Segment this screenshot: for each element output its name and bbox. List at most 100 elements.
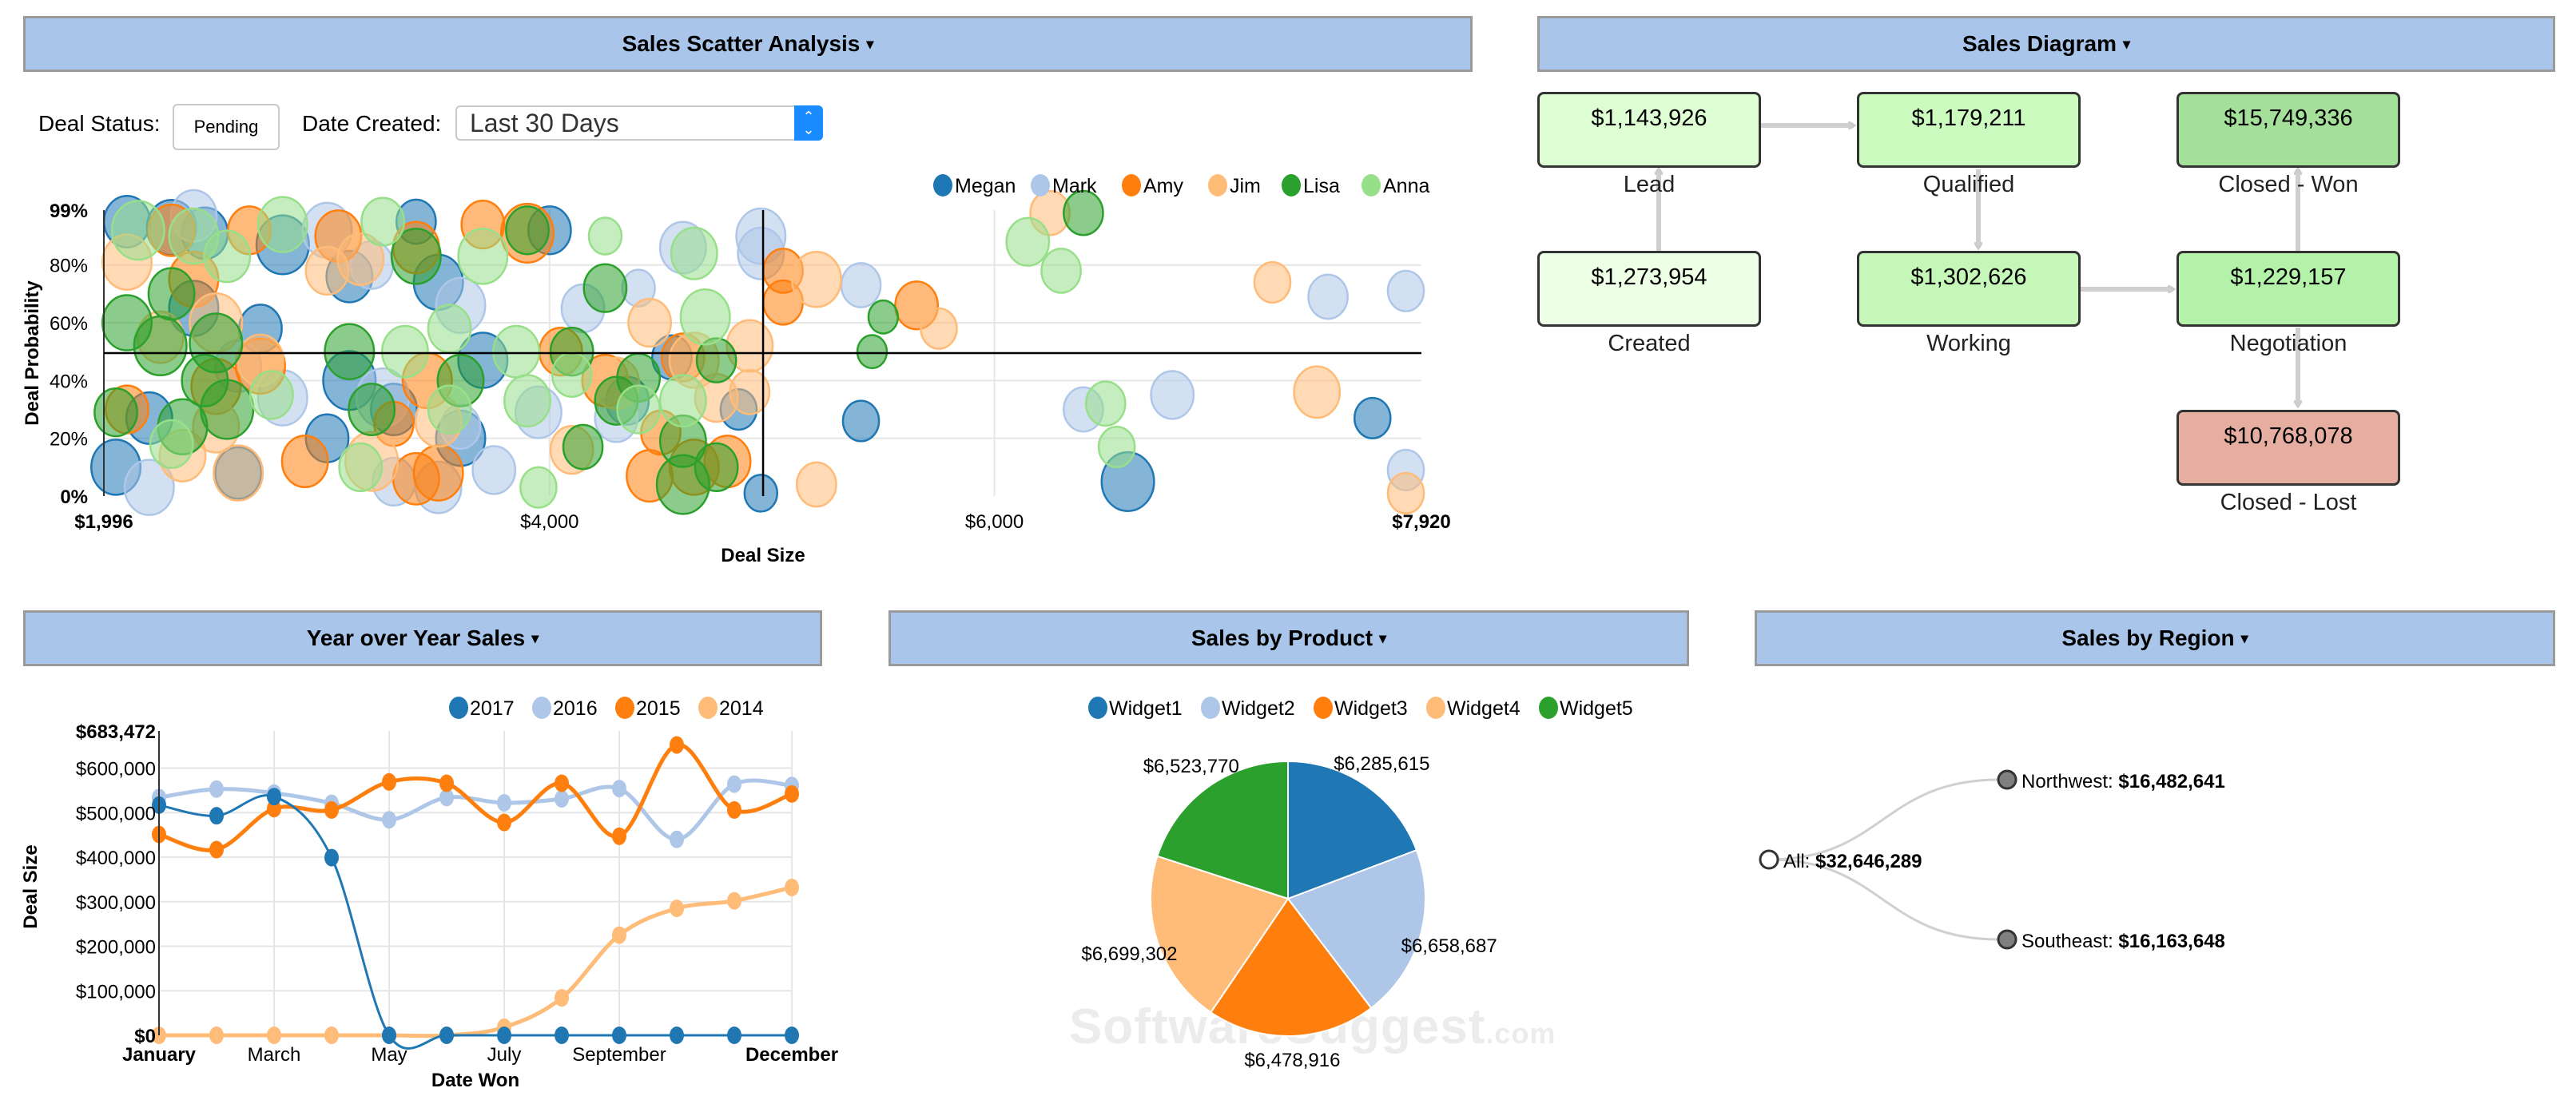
yoy-point-2015[interactable] bbox=[439, 774, 454, 792]
stage-value: $1,229,157 bbox=[2230, 264, 2347, 290]
yoy-point-2016[interactable] bbox=[612, 780, 626, 798]
legend-label: 2014 bbox=[719, 697, 764, 720]
yoy-x-tick-label: September bbox=[572, 1044, 666, 1066]
stage-label-created: Created bbox=[1608, 331, 1691, 356]
yoy-point-2017[interactable] bbox=[209, 807, 224, 825]
legend-label: Widget3 bbox=[1334, 697, 1408, 720]
yoy-point-2015[interactable] bbox=[727, 800, 741, 819]
legend-item-widget3[interactable]: Widget3 bbox=[1314, 697, 1408, 720]
legend-label: Widget4 bbox=[1447, 697, 1521, 720]
yoy-point-2014[interactable] bbox=[267, 1027, 281, 1044]
legend-item-widget1[interactable]: Widget1 bbox=[1088, 697, 1183, 720]
yoy-y-tick-label: $200,000 bbox=[76, 937, 156, 959]
legend-item-2014[interactable]: 2014 bbox=[698, 697, 764, 720]
yoy-point-2014[interactable] bbox=[324, 1027, 339, 1044]
stage-box-working[interactable]: $1,302,626 bbox=[1857, 251, 2081, 327]
yoy-x-tick-label: May bbox=[371, 1044, 407, 1066]
stage-box-created[interactable]: $1,273,954 bbox=[1537, 251, 1761, 327]
yoy-point-2016[interactable] bbox=[727, 775, 741, 793]
stage-box-negotiation[interactable]: $1,229,157 bbox=[2176, 251, 2400, 327]
yoy-point-2016[interactable] bbox=[497, 794, 511, 812]
yoy-series-2016 bbox=[152, 775, 799, 848]
yoy-point-2017[interactable] bbox=[727, 1027, 741, 1044]
legend-item-widget4[interactable]: Widget4 bbox=[1426, 697, 1521, 720]
yoy-point-2015[interactable] bbox=[612, 827, 626, 845]
yoy-point-2017[interactable] bbox=[612, 1027, 626, 1044]
legend-swatch-icon bbox=[1539, 697, 1558, 719]
legend-item-2015[interactable]: 2015 bbox=[615, 697, 681, 720]
node-northwest-label: Northwest: $16,482,641 bbox=[2021, 771, 2225, 792]
legend-swatch-icon bbox=[615, 697, 634, 719]
yoy-x-tick-label: December bbox=[745, 1044, 838, 1066]
yoy-panel-header[interactable]: Year over Year Sales ▾ bbox=[23, 610, 822, 666]
yoy-point-2017[interactable] bbox=[324, 848, 339, 867]
stage-label-lead: Lead bbox=[1623, 172, 1676, 197]
yoy-point-2016[interactable] bbox=[670, 830, 684, 848]
yoy-x-axis-title: Date Won bbox=[431, 1070, 519, 1091]
yoy-point-2017[interactable] bbox=[555, 1027, 569, 1044]
legend-item-2017[interactable]: 2017 bbox=[449, 697, 515, 720]
yoy-point-2017[interactable] bbox=[439, 1027, 454, 1044]
node-southeast[interactable] bbox=[1997, 929, 2017, 950]
region-panel-title: Sales by Region bbox=[2061, 625, 2235, 650]
yoy-point-2015[interactable] bbox=[785, 784, 799, 803]
legend-item-2016[interactable]: 2016 bbox=[532, 697, 598, 720]
stage-value: $1,179,211 bbox=[1911, 105, 2026, 131]
yoy-point-2017[interactable] bbox=[382, 1027, 396, 1044]
link-northwest bbox=[1768, 778, 2000, 861]
node-all-label: All: $32,646,289 bbox=[1783, 851, 1922, 872]
yoy-line-2017 bbox=[158, 794, 792, 1050]
product-panel-title: Sales by Product bbox=[1191, 625, 1373, 650]
yoy-point-2017[interactable] bbox=[785, 1027, 799, 1044]
pie-slice-label: $6,478,916 bbox=[1244, 1050, 1340, 1071]
yoy-point-2017[interactable] bbox=[267, 788, 281, 806]
legend-item-widget2[interactable]: Widget2 bbox=[1201, 697, 1295, 720]
stage-box-won[interactable]: $15,749,336 bbox=[2176, 92, 2400, 168]
legend-swatch-icon bbox=[1314, 697, 1333, 719]
yoy-point-2015[interactable] bbox=[209, 840, 224, 859]
stage-label-lost: Closed - Lost bbox=[2220, 490, 2357, 515]
node-all[interactable] bbox=[1759, 849, 1779, 870]
yoy-x-tick-label: January bbox=[122, 1044, 197, 1066]
product-panel-header[interactable]: Sales by Product ▾ bbox=[888, 610, 1689, 666]
stage-value: $1,143,926 bbox=[1591, 105, 1707, 131]
legend-item-widget5[interactable]: Widget5 bbox=[1539, 697, 1633, 720]
yoy-point-2014[interactable] bbox=[555, 989, 569, 1007]
caret-down-icon: ▾ bbox=[2240, 629, 2248, 646]
yoy-point-2016[interactable] bbox=[209, 780, 224, 798]
yoy-x-tick-label: July bbox=[487, 1044, 522, 1066]
yoy-point-2016[interactable] bbox=[555, 789, 569, 808]
yoy-line-chart: $0$100,000$200,000$300,000$400,000$500,0… bbox=[20, 697, 838, 1091]
yoy-point-2015[interactable] bbox=[324, 800, 339, 819]
stage-label-negotiation: Negotiation bbox=[2229, 331, 2347, 356]
yoy-point-2014[interactable] bbox=[785, 878, 799, 896]
stage-box-lead[interactable]: $1,143,926 bbox=[1537, 92, 1761, 168]
yoy-y-tick-label: $400,000 bbox=[76, 848, 156, 869]
legend-label: Widget5 bbox=[1560, 697, 1633, 720]
yoy-point-2014[interactable] bbox=[209, 1027, 224, 1044]
stage-label-won: Closed - Won bbox=[2218, 172, 2359, 197]
yoy-point-2014[interactable] bbox=[612, 926, 626, 944]
pie-slice-label: $6,285,615 bbox=[1334, 753, 1429, 775]
yoy-point-2015[interactable] bbox=[382, 772, 396, 791]
legend-swatch-icon bbox=[698, 697, 718, 719]
region-panel-header[interactable]: Sales by Region ▾ bbox=[1755, 610, 2555, 666]
yoy-y-tick-label: $600,000 bbox=[76, 759, 156, 780]
yoy-point-2015[interactable] bbox=[497, 813, 511, 832]
yoy-point-2015[interactable] bbox=[555, 774, 569, 792]
legend-swatch-icon bbox=[532, 697, 551, 719]
yoy-point-2016[interactable] bbox=[382, 811, 396, 829]
yoy-point-2015[interactable] bbox=[670, 736, 684, 754]
yoy-point-2017[interactable] bbox=[497, 1027, 511, 1044]
node-northwest[interactable] bbox=[1997, 769, 2017, 790]
pie-slice-label: $6,658,687 bbox=[1401, 935, 1497, 957]
stage-box-lost[interactable]: $10,768,078 bbox=[2176, 410, 2400, 486]
legend-swatch-icon bbox=[1201, 697, 1220, 719]
yoy-point-2017[interactable] bbox=[670, 1027, 684, 1044]
yoy-y-tick-label: $683,472 bbox=[76, 721, 156, 743]
stage-box-qualified[interactable]: $1,179,211 bbox=[1857, 92, 2081, 168]
yoy-point-2014[interactable] bbox=[670, 899, 684, 918]
stage-value: $10,768,078 bbox=[2224, 423, 2353, 449]
legend-label: 2017 bbox=[470, 697, 515, 720]
yoy-point-2014[interactable] bbox=[727, 892, 741, 910]
